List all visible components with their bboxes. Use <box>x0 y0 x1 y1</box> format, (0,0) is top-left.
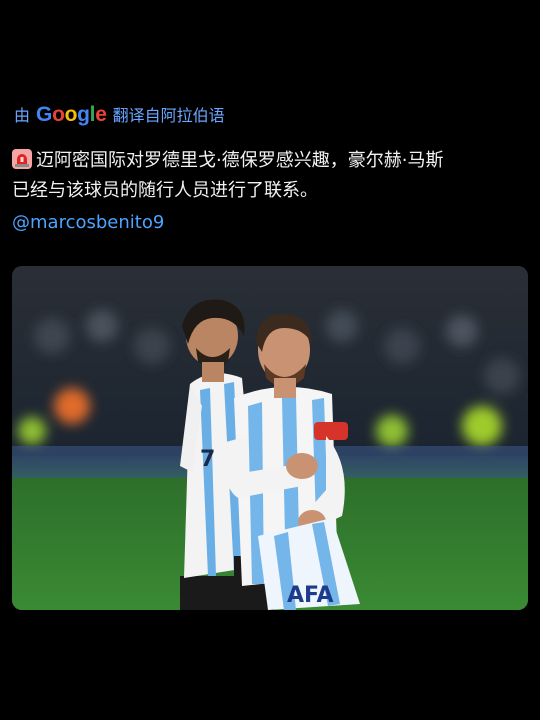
mention-link[interactable]: @marcosbenito9 <box>12 212 164 233</box>
tweet-photo[interactable]: 7 AFA <box>12 266 528 610</box>
translation-attribution[interactable]: 由 Google 翻译自阿拉伯语 <box>14 102 225 127</box>
afa-badge: AFA <box>287 583 334 608</box>
tweet-text-line-1: 迈阿密国际对罗德里戈·德保罗感兴趣，豪尔赫·马斯 <box>36 150 444 171</box>
siren-emoji-icon <box>12 149 32 169</box>
jersey-number: 7 <box>200 447 215 472</box>
google-logo: Google <box>36 103 107 126</box>
tweet-text-line-2: 已经与该球员的随行人员进行了联系。 <box>12 180 318 201</box>
translation-prefix: 由 <box>14 106 31 125</box>
translation-source-language: 翻译自阿拉伯语 <box>112 106 225 125</box>
tweet-text: 迈阿密国际对罗德里戈·德保罗感兴趣，豪尔赫·马斯 已经与该球员的随行人员进行了联… <box>12 146 522 206</box>
captain-armband <box>314 422 348 440</box>
